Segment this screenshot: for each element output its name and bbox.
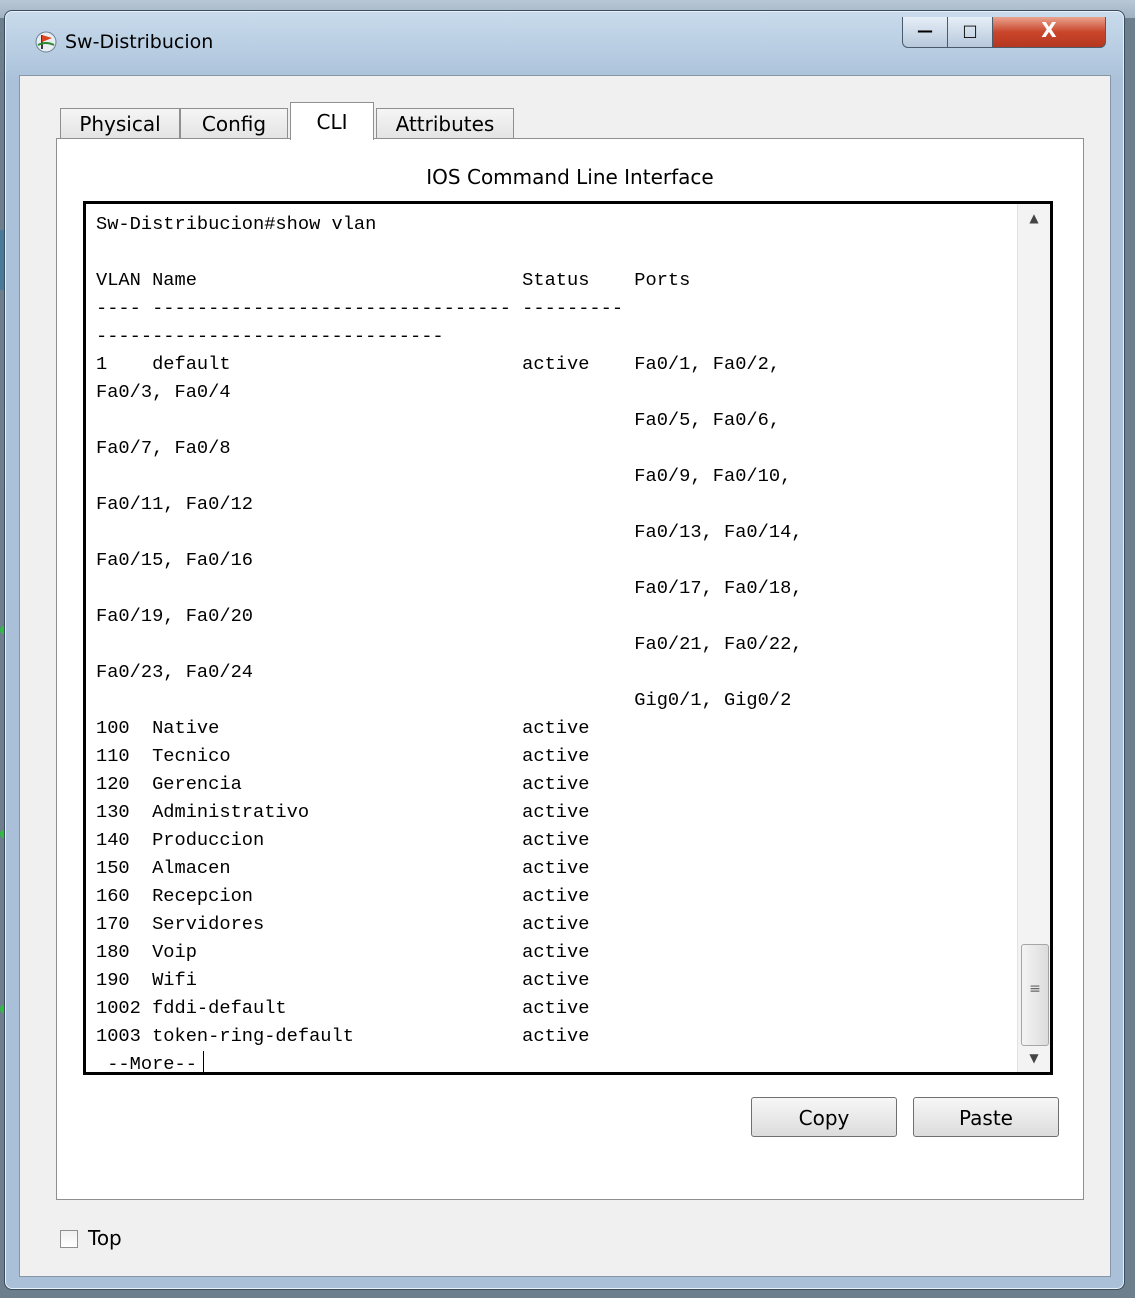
- copy-button[interactable]: Copy: [751, 1097, 897, 1137]
- text-cursor: [202, 1051, 204, 1072]
- window-title: Sw-Distribucion: [65, 31, 214, 53]
- more-prompt: --More--: [96, 1053, 197, 1075]
- top-checkbox-label: Top: [88, 1226, 122, 1250]
- tab-physical[interactable]: Physical: [60, 108, 180, 139]
- tab-cli[interactable]: CLI: [290, 102, 374, 140]
- tab-config[interactable]: Config: [180, 108, 288, 139]
- paste-button[interactable]: Paste: [913, 1097, 1059, 1137]
- maximize-button[interactable]: □: [947, 17, 993, 48]
- cli-panel: IOS Command Line Interface Sw-Distribuci…: [56, 138, 1084, 1200]
- cli-panel-title: IOS Command Line Interface: [426, 165, 714, 189]
- terminal-output: Sw-Distribucion#show vlan VLAN Name Stat…: [96, 213, 803, 1047]
- maximize-icon: □: [962, 21, 978, 40]
- scroll-up-icon[interactable]: ▲: [1018, 204, 1050, 232]
- title-bar[interactable]: Sw-Distribucion — □ X: [5, 11, 1124, 75]
- window-content: Physical Config CLI Attributes IOS Comma…: [19, 75, 1111, 1277]
- packet-tracer-icon: [35, 31, 57, 53]
- cli-terminal[interactable]: Sw-Distribucion#show vlan VLAN Name Stat…: [83, 201, 1053, 1075]
- close-icon: X: [1041, 18, 1057, 42]
- top-checkbox[interactable]: [60, 1230, 78, 1248]
- terminal-scrollbar[interactable]: ▲ ≡ ▼: [1017, 204, 1050, 1072]
- terminal-output-container: Sw-Distribucion#show vlan VLAN Name Stat…: [96, 210, 803, 1075]
- scrollbar-thumb[interactable]: ≡: [1021, 944, 1049, 1046]
- minimize-icon: —: [917, 21, 933, 40]
- grip-icon: ≡: [1029, 981, 1041, 997]
- tab-attributes[interactable]: Attributes: [376, 108, 514, 139]
- device-window: Sw-Distribucion — □ X Physical Config CL…: [4, 10, 1125, 1290]
- minimize-button[interactable]: —: [902, 17, 948, 48]
- scroll-down-icon[interactable]: ▼: [1018, 1044, 1050, 1072]
- close-button[interactable]: X: [992, 17, 1106, 48]
